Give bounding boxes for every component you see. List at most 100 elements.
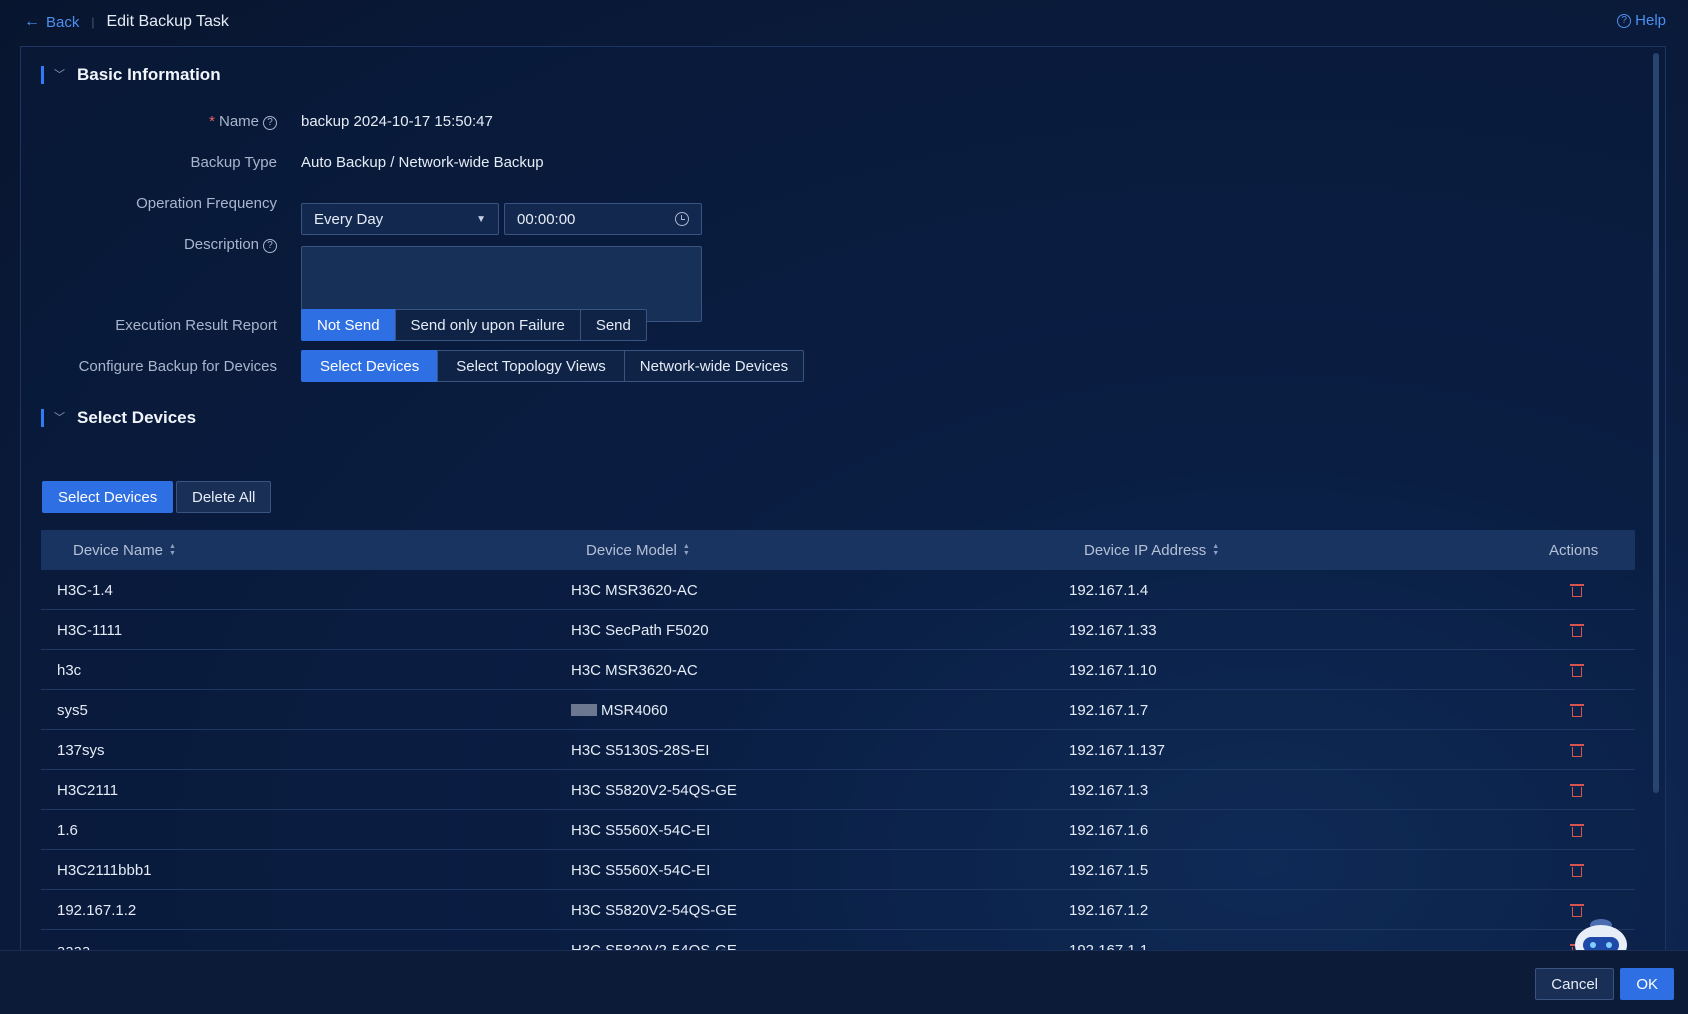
form-panel: ﹀ Basic Information * Name? backup 2024-1… — [20, 46, 1666, 950]
device-ip-cell: 192.167.1.4 — [1069, 582, 1149, 599]
name-label: * Name? — [21, 113, 277, 130]
redacted-brand — [571, 704, 597, 716]
trash-icon[interactable] — [1570, 663, 1584, 677]
device-name-cell: H3C2111 — [57, 782, 119, 799]
section-accent-bar — [41, 409, 44, 427]
device-ip-cell: 192.167.1.10 — [1069, 662, 1157, 679]
device-model-cell: H3C S5560X-54C-EI — [571, 822, 711, 839]
device-name-cell: 1.6 — [57, 822, 78, 839]
device-ip-cell: 192.167.1.33 — [1069, 622, 1157, 639]
trash-icon[interactable] — [1570, 783, 1584, 797]
table-row: 137sys H3C S5130S-28S-EI 192.167.1.137 — [41, 730, 1635, 770]
trash-icon[interactable] — [1570, 623, 1584, 637]
config-option-network-wide[interactable]: Network-wide Devices — [623, 350, 805, 382]
device-name-cell: H3C-1.4 — [57, 582, 113, 599]
time-picker-input[interactable]: 00:00:00 — [504, 203, 702, 235]
select-devices-button[interactable]: Select Devices — [42, 481, 174, 513]
scrollbar[interactable] — [1653, 53, 1659, 793]
chevron-down-icon[interactable]: ﹀ — [54, 66, 65, 82]
device-model-cell: H3C S5560X-54C-EI — [571, 862, 711, 879]
device-ip-cell: 192.167.1.3 — [1069, 782, 1149, 799]
device-ip-cell: 192.167.1.6 — [1069, 822, 1149, 839]
configure-backup-label: Configure Backup for Devices — [78, 358, 277, 375]
section-accent-bar — [41, 66, 44, 84]
column-header-device-model[interactable]: Device Model ▲ ▼ — [586, 542, 690, 559]
backup-type-label: Backup Type — [190, 154, 277, 171]
device-name-cell: 137sys — [57, 742, 105, 759]
cancel-button[interactable]: Cancel — [1535, 968, 1614, 1000]
config-option-select-devices[interactable]: Select Devices — [301, 350, 439, 382]
device-ip-cell: 192.167.1.7 — [1069, 702, 1149, 719]
question-circle-icon[interactable]: ? — [263, 116, 277, 130]
column-header-device-ip[interactable]: Device IP Address ▲ ▼ — [1084, 542, 1219, 559]
device-model-cell: H3C S5820V2-54QS-GE — [571, 782, 737, 799]
name-value: backup 2024-10-17 15:50:47 — [301, 113, 493, 130]
sort-icon[interactable]: ▲ ▼ — [169, 543, 176, 557]
time-value: 00:00:00 — [517, 210, 576, 228]
frequency-selected-value: Every Day — [314, 210, 384, 228]
device-name-cell: H3C2111bbb1 — [57, 862, 152, 879]
table-header: Device Name ▲ ▼ Device Model ▲ ▼ Device IP… — [41, 530, 1635, 570]
page-title: Edit Backup Task — [106, 13, 229, 30]
execution-result-report-label: Execution Result Report — [115, 317, 277, 334]
trash-icon[interactable] — [1570, 863, 1584, 877]
trash-icon[interactable] — [1570, 823, 1584, 837]
trash-icon[interactable] — [1570, 743, 1584, 757]
footer-bar: Cancel OK — [0, 950, 1688, 1014]
report-segmented-control: Not Send Send only upon Failure Send — [301, 309, 647, 341]
device-model-cell: H3C S5130S-28S-EI — [571, 742, 710, 759]
sort-icon[interactable]: ▲ ▼ — [683, 543, 690, 557]
config-option-topology-views[interactable]: Select Topology Views — [437, 350, 625, 382]
assistant-robot-icon[interactable] — [1571, 915, 1631, 950]
column-header-actions: Actions — [1549, 541, 1599, 559]
frequency-select[interactable]: Every Day ▼ — [301, 203, 499, 235]
ok-button[interactable]: OK — [1620, 968, 1674, 1000]
config-segmented-control: Select Devices Select Topology Views Net… — [301, 350, 805, 382]
top-bar: ← Back | Edit Backup Task ? Help — [0, 0, 1688, 44]
table-row: H3C-1.4 H3C MSR3620-AC 192.167.1.4 — [41, 570, 1635, 610]
chevron-down-icon[interactable]: ﹀ — [54, 409, 65, 425]
question-circle-icon[interactable]: ? — [263, 239, 277, 253]
device-ip-cell: 192.167.1.137 — [1069, 742, 1165, 759]
delete-all-button[interactable]: Delete All — [176, 481, 272, 513]
table-row: 192.167.1.2 H3C S5820V2-54QS-GE 192.167.1.… — [41, 890, 1635, 930]
table-row: H3C-1111 H3C SecPath F5020 192.167.1.33 — [41, 610, 1635, 650]
trash-icon[interactable] — [1570, 703, 1584, 717]
required-asterisk: * — [209, 113, 215, 130]
device-name-cell: 192.167.1.2 — [57, 902, 137, 919]
chevron-down-icon: ▼ — [476, 213, 486, 225]
table-row: H3C2111bbb1 H3C S5560X-54C-EI 192.167.1.5 — [41, 850, 1635, 890]
report-option-not-send[interactable]: Not Send — [301, 309, 396, 341]
device-model-cell: H3C S5820V2-54QS-GE — [571, 902, 737, 919]
column-header-device-name[interactable]: Device Name ▲ ▼ — [73, 542, 176, 559]
description-label: Description? — [21, 236, 277, 253]
device-ip-cell: 192.167.1.1 — [1069, 942, 1148, 950]
section-select-devices[interactable]: ﹀ Select Devices — [41, 408, 196, 428]
report-option-send-on-failure[interactable]: Send only upon Failure — [394, 309, 581, 341]
device-name-cell: h3c — [57, 662, 82, 679]
report-option-send[interactable]: Send — [579, 309, 647, 341]
device-model-cell: H3C SecPath F5020 — [571, 622, 709, 639]
help-link[interactable]: ? Help — [1617, 12, 1666, 29]
table-row: sys5 MSR4060 192.167.1.7 — [41, 690, 1635, 730]
back-label: Back — [46, 13, 80, 31]
table-row: aaaa H3C S5820V2-54QS-GE 192.167.1.1 — [41, 930, 1635, 950]
device-name-cell: H3C-1111 — [57, 622, 123, 639]
divider: | — [91, 15, 95, 29]
device-model-cell: H3C MSR3620-AC — [571, 662, 698, 679]
table-body: H3C-1.4 H3C MSR3620-AC 192.167.1.4 H3C-1111… — [41, 570, 1635, 950]
sort-icon[interactable]: ▲ ▼ — [1212, 543, 1219, 557]
device-ip-cell: 192.167.1.5 — [1069, 862, 1149, 879]
device-model-cell: MSR4060 — [571, 702, 668, 719]
devices-table: Device Name ▲ ▼ Device Model ▲ ▼ Device IP… — [41, 530, 1635, 950]
device-name-cell: sys5 — [57, 702, 88, 719]
table-row: H3C2111 H3C S5820V2-54QS-GE 192.167.1.3 — [41, 770, 1635, 810]
section-title: Basic Information — [77, 65, 221, 84]
section-title: Select Devices — [77, 408, 197, 427]
section-basic-information[interactable]: ﹀ Basic Information — [41, 65, 221, 85]
device-model-cell: H3C MSR3620-AC — [571, 582, 698, 599]
backup-type-value: Auto Backup / Network-wide Backup — [301, 154, 544, 171]
back-link[interactable]: ← Back — [24, 13, 79, 31]
trash-icon[interactable] — [1570, 583, 1584, 597]
question-circle-icon: ? — [1617, 13, 1632, 28]
